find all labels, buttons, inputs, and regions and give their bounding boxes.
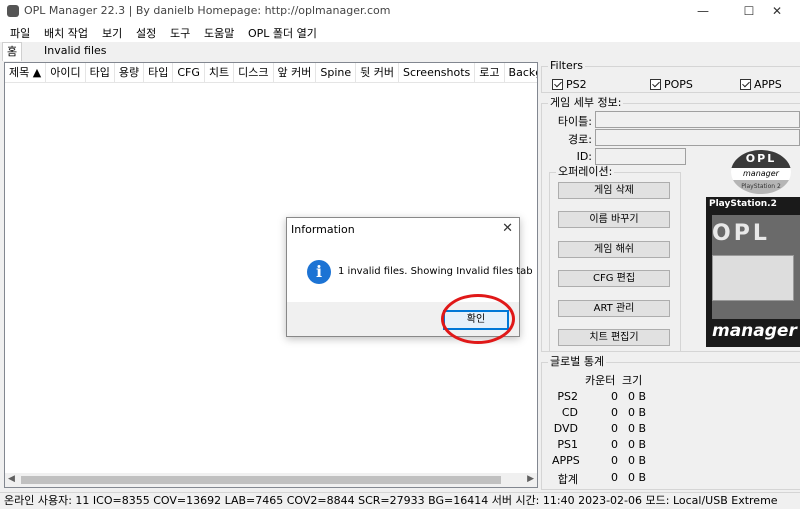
- column-header-type[interactable]: 타입: [86, 63, 115, 82]
- menu-tools[interactable]: 도구: [170, 25, 190, 41]
- cover-screenshot: [712, 255, 794, 301]
- filter-pops-label: POPS: [664, 78, 693, 91]
- tab-home[interactable]: 홈: [2, 42, 23, 61]
- status-bar: 온라인 사용자: 11 ICO=8355 COV=13692 LAB=7465 …: [0, 492, 800, 509]
- tab-invalid-files[interactable]: Invalid files: [40, 42, 111, 61]
- stats-row-ps1: PS1 0 0 B: [557, 438, 647, 451]
- filters-title: Filters: [548, 59, 585, 73]
- filter-pops[interactable]: POPS: [650, 78, 693, 91]
- tab-row: 홈 Invalid files: [0, 42, 540, 61]
- checkbox-checked-icon[interactable]: [740, 79, 751, 90]
- rename-button[interactable]: 이름 바꾸기: [558, 211, 670, 228]
- global-stats-title: 글로벌 통계: [548, 355, 607, 369]
- title-bar: OPL Manager 22.3 | By danielb Homepage: …: [0, 0, 800, 22]
- checkbox-checked-icon[interactable]: [650, 79, 661, 90]
- title-label: 타이틀:: [557, 115, 592, 128]
- dialog-title: Information: [291, 223, 355, 236]
- menu-view[interactable]: 보기: [102, 25, 122, 41]
- game-details-title: 게임 세부 정보:: [548, 96, 624, 110]
- stats-row-ps2: PS2 0 0 B: [557, 390, 647, 403]
- column-header-back-cover[interactable]: 뒷 커버: [356, 63, 399, 82]
- column-header-id[interactable]: 아이디: [46, 63, 86, 82]
- highlight-circle: [441, 294, 515, 344]
- column-header-screenshots[interactable]: Screenshots: [399, 63, 476, 82]
- title-field[interactable]: [595, 111, 800, 128]
- stats-row-cd: CD 0 0 B: [561, 406, 647, 419]
- delete-game-button[interactable]: 게임 삭제: [558, 182, 670, 199]
- stats-count-header: 카운터: [585, 374, 616, 387]
- filter-apps-label: APPS: [754, 78, 782, 91]
- operations-group: 오퍼레이션:: [549, 165, 681, 352]
- scroll-left-arrow-icon[interactable]: ◀: [8, 474, 15, 484]
- column-header-logo[interactable]: 로고: [475, 63, 505, 82]
- cfg-edit-button[interactable]: CFG 편집: [558, 270, 670, 287]
- info-icon: i: [307, 260, 331, 284]
- window-title: OPL Manager 22.3 | By danielb Homepage: …: [24, 4, 391, 17]
- column-header-cheats[interactable]: 치트: [205, 63, 235, 82]
- menu-batch[interactable]: 배치 작업: [44, 25, 88, 41]
- app-icon: [7, 5, 19, 17]
- column-header-size[interactable]: 용량: [115, 63, 145, 82]
- filters-group: Filters PS2 POPS APPS: [541, 59, 800, 93]
- column-header-cfg[interactable]: CFG: [173, 63, 205, 82]
- scrollbar-thumb[interactable]: [21, 476, 501, 484]
- column-header-spine[interactable]: Spine: [316, 63, 357, 82]
- filter-apps[interactable]: APPS: [740, 78, 782, 91]
- stats-size-header: 크기: [622, 374, 643, 387]
- cheat-editor-button[interactable]: 치트 편집기: [558, 329, 670, 346]
- scroll-right-arrow-icon[interactable]: ▶: [527, 474, 534, 484]
- art-manage-button[interactable]: ART 관리: [558, 300, 670, 317]
- game-hash-button[interactable]: 게임 해쉬: [558, 241, 670, 258]
- stats-row-total: 합계 0 0 B: [557, 471, 647, 486]
- menu-help[interactable]: 도움말: [204, 25, 234, 41]
- minimize-button[interactable]: —: [680, 0, 726, 22]
- filter-ps2[interactable]: PS2: [552, 78, 587, 91]
- column-header-title[interactable]: 제목 ▲: [5, 63, 47, 82]
- filter-ps2-label: PS2: [566, 78, 587, 91]
- operations-title: 오퍼레이션:: [556, 165, 615, 179]
- horizontal-scrollbar[interactable]: ◀ ▶: [5, 473, 537, 487]
- stats-row-dvd: DVD 0 0 B: [553, 422, 647, 435]
- menu-open-opl-folder[interactable]: OPL 폴더 열기: [248, 25, 317, 41]
- close-window-button[interactable]: ✕: [754, 0, 800, 22]
- column-header-front-cover[interactable]: 앞 커버: [274, 63, 317, 82]
- menu-file[interactable]: 파일: [10, 25, 30, 41]
- id-field[interactable]: [595, 148, 686, 165]
- column-header-media-type[interactable]: 타입: [144, 63, 174, 82]
- column-header-disc[interactable]: 디스크: [234, 63, 274, 82]
- menu-settings[interactable]: 설정: [136, 25, 156, 41]
- column-header-background[interactable]: Background: [505, 63, 537, 82]
- dialog-message: 1 invalid files. Showing Invalid files t…: [338, 266, 533, 277]
- checkbox-checked-icon[interactable]: [552, 79, 563, 90]
- opl-disc-logo: OPL manager PlayStation 2: [731, 150, 791, 194]
- cover-art-image: PlayStation.2 OPL manager: [706, 197, 800, 347]
- path-label: 경로:: [568, 133, 592, 146]
- path-field[interactable]: [595, 129, 800, 146]
- column-headers: 제목 ▲ 아이디 타입 용량 타입 CFG 치트 디스크 앞 커버 Spine 뒷 커버 Screen…: [5, 63, 537, 83]
- id-label: ID:: [576, 150, 592, 163]
- dialog-close-icon[interactable]: ✕: [502, 221, 513, 236]
- stats-row-apps: APPS 0 0 B: [552, 454, 647, 467]
- menu-bar: 파일 배치 작업 보기 설정 도구 도움말 OPL 폴더 열기: [0, 22, 800, 42]
